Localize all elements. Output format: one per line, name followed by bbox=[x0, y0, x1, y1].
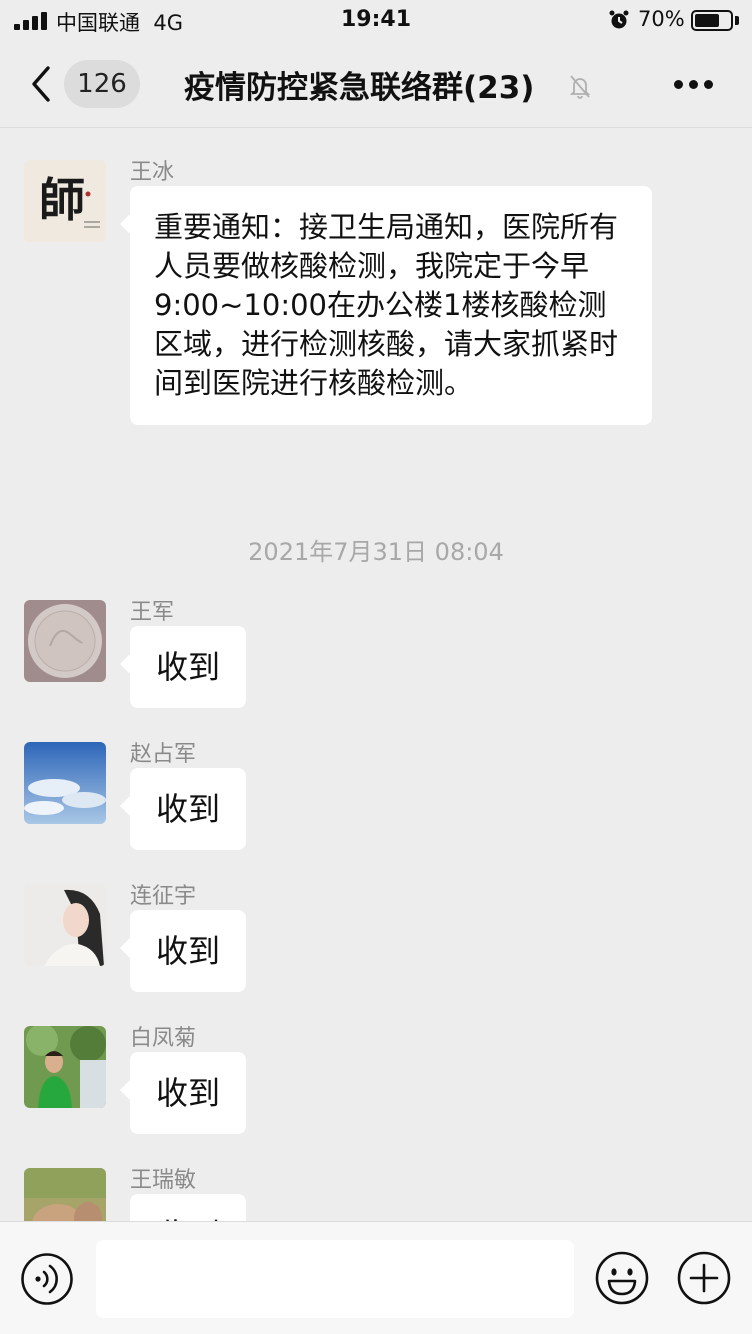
battery-percent: 70% bbox=[638, 7, 685, 31]
avatar[interactable] bbox=[24, 742, 106, 824]
avatar[interactable] bbox=[24, 1026, 106, 1108]
sky-avatar-icon bbox=[24, 742, 106, 824]
message-bubble[interactable]: 重要通知：接卫生局通知，医院所有人员要做核酸检测，我院定于今早9:00~10:0… bbox=[120, 186, 652, 425]
voice-icon[interactable] bbox=[20, 1252, 74, 1306]
sender-name: 王瑞敏 bbox=[130, 1168, 197, 1193]
message-bubble[interactable]: 收到 bbox=[119, 1052, 247, 1134]
message-input[interactable] bbox=[96, 1240, 574, 1318]
message-bubble[interactable]: 收到 bbox=[119, 768, 247, 850]
input-bar bbox=[0, 1221, 752, 1334]
emoji-icon[interactable] bbox=[594, 1250, 650, 1306]
plate-avatar-icon bbox=[24, 600, 106, 682]
message-bubble[interactable]: 收到 bbox=[119, 910, 247, 992]
more-dots-icon[interactable] bbox=[672, 78, 716, 92]
alarm-icon bbox=[609, 10, 629, 29]
portrait-avatar-icon bbox=[24, 884, 106, 966]
message-bubble[interactable]: 收到 bbox=[119, 626, 247, 708]
message-bubble[interactable]: 收到 bbox=[130, 1194, 247, 1221]
avatar[interactable] bbox=[24, 884, 106, 966]
chat-screen: 中国联通 4G 19:41 70% 126 疫情防控紧急联络群(23) 師 王冰… bbox=[0, 0, 752, 1334]
sender-name: 王冰 bbox=[130, 160, 175, 185]
avatar[interactable] bbox=[24, 1168, 106, 1221]
message-list[interactable]: 師 王冰 重要通知：接卫生局通知，医院所有人员要做核酸检测，我院定于今早9:00… bbox=[0, 128, 752, 1221]
mute-bell-icon bbox=[569, 75, 591, 99]
nav-bar: 126 疫情防控紧急联络群(23) bbox=[0, 42, 752, 128]
sender-name: 白凤菊 bbox=[130, 1026, 197, 1051]
avatar[interactable] bbox=[24, 600, 106, 682]
battery-icon bbox=[691, 10, 733, 31]
back-chevron-icon[interactable] bbox=[26, 64, 56, 104]
sender-name: 王军 bbox=[130, 600, 175, 625]
outdoor-photo-avatar-icon bbox=[24, 1026, 106, 1108]
plus-icon[interactable] bbox=[676, 1250, 732, 1306]
status-bar: 中国联通 4G 19:41 70% bbox=[0, 0, 752, 42]
avatar[interactable]: 師 bbox=[24, 160, 106, 242]
timestamp: 2021年7月31日 08:04 bbox=[248, 538, 504, 566]
chat-title: 疫情防控紧急联络群(23) bbox=[184, 70, 535, 106]
battery-fill bbox=[695, 14, 719, 27]
sender-name: 赵占军 bbox=[130, 742, 197, 767]
battery-tip bbox=[735, 16, 739, 25]
landscape-avatar-icon bbox=[24, 1168, 106, 1221]
unread-count-badge[interactable]: 126 bbox=[64, 60, 140, 108]
sender-name: 连征宇 bbox=[130, 884, 197, 909]
calligraphy-avatar-icon: 師 bbox=[24, 160, 106, 242]
svg-text:師: 師 bbox=[39, 173, 85, 227]
